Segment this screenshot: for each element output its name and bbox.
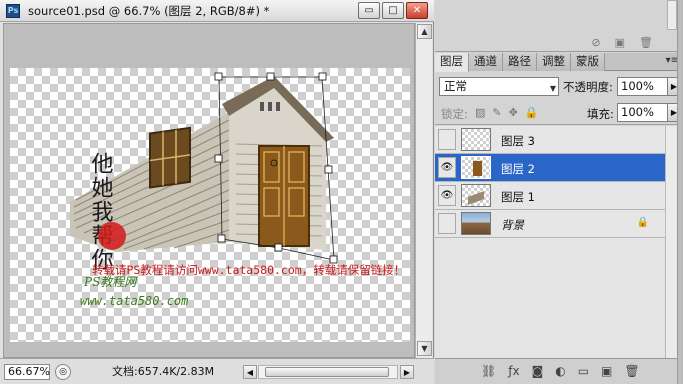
fill-label: 填充:: [587, 107, 614, 121]
transform-handle[interactable]: [324, 165, 333, 174]
layer-name: 图层 3: [501, 134, 535, 148]
canvas-area[interactable]: 他她我帮你 转载请PS教程请访问www.tata580.com，转载请保留链接！…: [3, 23, 415, 358]
chevron-down-icon: ▼: [549, 84, 556, 93]
window-controls: ▭ □ ✕: [358, 2, 428, 19]
layer-name: 图层 2: [501, 162, 535, 176]
red-seal-stamp: [98, 222, 126, 250]
layer-row[interactable]: 👁 图层 2: [435, 154, 683, 182]
new-layer-icon[interactable]: ▣: [601, 364, 612, 378]
window-frame-edge: [677, 0, 683, 384]
opacity-field[interactable]: 100%: [617, 77, 669, 96]
document-size-info[interactable]: 文档:657.4K/2.83M: [112, 364, 214, 380]
transform-handle[interactable]: [274, 243, 283, 252]
scroll-up-icon[interactable]: ▲: [417, 24, 432, 39]
upper-panel: ⊘ ▣ 🗑: [435, 0, 683, 52]
photoshop-workspace: Ps source01.psd @ 66.7% (图层 2, RGB/8#) *…: [0, 0, 683, 384]
layer-name: 背景: [501, 218, 524, 232]
layers-bottom-bar: ⛓ ƒx ◙ ◐ ▭ ▣ 🗑: [435, 358, 683, 384]
layer-name: 图层 1: [501, 190, 535, 204]
layer-row[interactable]: 图层 3: [435, 126, 683, 154]
adjustment-icon[interactable]: ◐: [555, 364, 565, 378]
lock-options: ▨ ✎ ✥ 🔒: [475, 106, 539, 119]
document-window: Ps source01.psd @ 66.7% (图层 2, RGB/8#) *…: [0, 0, 434, 384]
layer-thumbnail: [461, 156, 491, 179]
fx-icon[interactable]: ƒx: [508, 364, 519, 378]
vertical-scrollbar[interactable]: ▲ ▼: [415, 23, 432, 358]
close-button[interactable]: ✕: [406, 2, 428, 19]
scrollbar-thumb[interactable]: [265, 367, 389, 377]
blend-opacity-row: 正常 ▼ 不透明度: 100% ▶: [435, 74, 683, 98]
lock-fill-row: 锁定: ▨ ✎ ✥ 🔒 填充: 100% ▶: [435, 101, 683, 125]
upper-panel-scrollbar[interactable]: [667, 0, 677, 30]
status-bar: 66.67% ◎ 文档:657.4K/2.83M ◀ ▶: [0, 358, 434, 384]
horizontal-scrollbar[interactable]: [258, 365, 398, 379]
lock-transparency-icon[interactable]: ▨: [475, 106, 485, 119]
layers-list: 图层 3 👁 图层 2 👁 图层 1 背景 🔒: [435, 126, 683, 358]
eye-icon[interactable]: 👁: [438, 185, 456, 206]
tab-layers[interactable]: 图层: [435, 53, 469, 72]
folder-icon[interactable]: ▭: [578, 364, 589, 378]
transform-handle[interactable]: [217, 234, 226, 243]
eye-icon[interactable]: 👁: [438, 157, 456, 178]
new-item-icon[interactable]: ▣: [615, 36, 625, 49]
scroll-left-icon[interactable]: ◀: [243, 365, 257, 379]
restore-button[interactable]: □: [382, 2, 404, 19]
tab-paths[interactable]: 路径: [503, 53, 537, 71]
signature-url: www.tata580.com: [80, 294, 188, 308]
transform-handle[interactable]: [214, 154, 223, 163]
zoom-level-field[interactable]: 66.67%: [4, 364, 50, 380]
panel-tabs: 图层 通道 路径 调整 蒙版 ▾≡: [435, 53, 683, 72]
transform-handle[interactable]: [329, 255, 338, 264]
document-title: source01.psd @ 66.7% (图层 2, RGB/8#) *: [28, 3, 270, 18]
transform-handle[interactable]: [318, 72, 327, 81]
scroll-down-icon[interactable]: ▼: [417, 341, 432, 356]
lock-all-icon[interactable]: 🔒: [525, 106, 539, 119]
canvas-artwork[interactable]: 他她我帮你 转载请PS教程请访问www.tata580.com，转载请保留链接！…: [4, 24, 416, 359]
visibility-toggle[interactable]: [438, 213, 456, 234]
scroll-right-icon[interactable]: ▶: [400, 365, 414, 379]
link-icon[interactable]: ⛓: [481, 364, 496, 378]
photoshop-logo-icon: Ps: [6, 3, 20, 18]
trash-icon[interactable]: 🗑: [639, 36, 653, 49]
lock-icon: 🔒: [636, 217, 649, 228]
document-titlebar[interactable]: Ps source01.psd @ 66.7% (图层 2, RGB/8#) *…: [0, 0, 434, 22]
blend-mode-select[interactable]: 正常 ▼: [439, 77, 559, 96]
upper-panel-icons: ⊘ ▣ 🗑: [591, 36, 653, 49]
right-panel-dock: ⊘ ▣ 🗑 图层 通道 路径 调整 蒙版 ▾≡ 正常 ▼ 不透明度: 100% …: [435, 0, 683, 384]
transform-handle[interactable]: [266, 72, 275, 81]
layer-thumbnail: [461, 184, 491, 207]
minimize-button[interactable]: ▭: [358, 2, 380, 19]
blend-mode-value: 正常: [444, 79, 467, 93]
opacity-label: 不透明度:: [563, 80, 613, 94]
tab-channels[interactable]: 通道: [469, 53, 503, 71]
watermark-line: 转载请PS教程请访问www.tata580.com，转载请保留链接！: [92, 263, 405, 277]
layer-row[interactable]: 背景 🔒: [435, 210, 683, 238]
lock-pixels-icon[interactable]: ✎: [492, 106, 501, 119]
tab-adjustments[interactable]: 调整: [537, 53, 571, 71]
signature-cn: PS教程网: [83, 275, 138, 289]
trash-icon[interactable]: 🗑: [624, 364, 639, 378]
lock-position-icon[interactable]: ✥: [509, 106, 518, 119]
layer-thumbnail: [461, 128, 491, 151]
visibility-toggle[interactable]: [438, 129, 456, 150]
tab-masks[interactable]: 蒙版: [571, 53, 605, 71]
layer-thumbnail: [461, 212, 491, 235]
calligraphy-text: 他她我帮你: [88, 152, 114, 272]
layer-row[interactable]: 👁 图层 1: [435, 182, 683, 210]
lock-label: 锁定:: [441, 107, 468, 121]
no-icon[interactable]: ⊘: [591, 36, 600, 49]
status-menu-icon[interactable]: ◎: [55, 364, 71, 380]
layers-scrollbar[interactable]: [665, 126, 677, 358]
fill-field[interactable]: 100%: [617, 103, 669, 122]
mask-icon[interactable]: ◙: [532, 364, 544, 378]
layer-actions: ⛓ ƒx ◙ ◐ ▭ ▣ 🗑: [481, 364, 640, 378]
transform-handle[interactable]: [214, 72, 223, 81]
